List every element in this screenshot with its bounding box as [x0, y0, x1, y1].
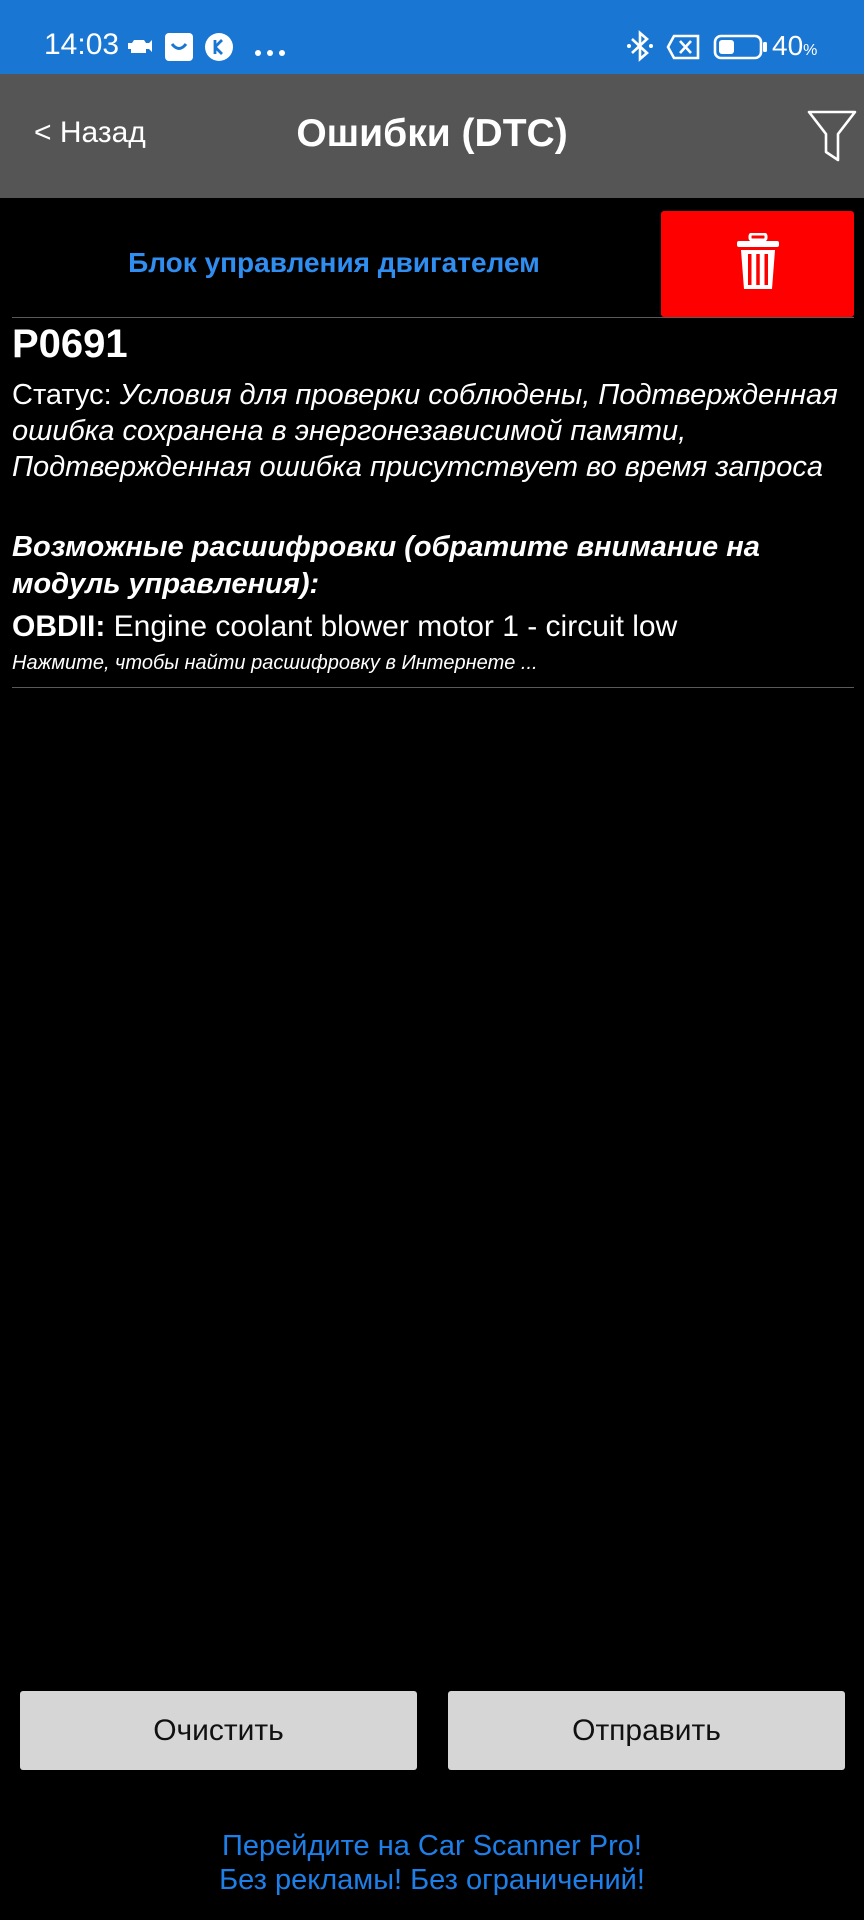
battery-icon	[713, 34, 769, 65]
obd-label: OBDII:	[12, 610, 106, 643]
status-label: Статус:	[12, 379, 120, 411]
more-dots-icon	[254, 44, 286, 62]
trash-icon	[736, 232, 780, 296]
delete-button[interactable]	[661, 211, 854, 317]
message-app-icon	[165, 33, 193, 66]
k-app-icon	[205, 33, 233, 66]
car-icon	[125, 35, 155, 62]
filter-icon[interactable]	[806, 108, 858, 164]
sim-off-icon	[666, 34, 700, 65]
search-online-link[interactable]: Нажмите, чтобы найти расшифровку в Интер…	[12, 651, 538, 675]
upgrade-promo-link[interactable]: Перейдите на Car Scanner Pro! Без реклам…	[0, 1829, 864, 1897]
status-time: 14:03	[44, 28, 120, 61]
send-button[interactable]: Отправить	[448, 1691, 845, 1770]
obd-decode: OBDII: Engine coolant blower motor 1 - c…	[12, 608, 852, 646]
app-toolbar: < Назад Ошибки (DTC)	[0, 74, 864, 198]
promo-line-1: Перейдите на Car Scanner Pro!	[222, 1830, 642, 1862]
divider	[12, 687, 854, 688]
dtc-status: Статус: Условия для проверки соблюдены, …	[12, 377, 852, 485]
clear-button[interactable]: Очистить	[20, 1691, 417, 1770]
decode-title: Возможные расшифровки (обратите внимание…	[12, 531, 760, 600]
status-bar: 14:03 40%	[0, 0, 864, 74]
bluetooth-icon	[627, 30, 653, 67]
back-button[interactable]: < Назад	[34, 118, 146, 148]
module-name[interactable]: Блок управления двигателем	[12, 247, 656, 279]
battery-percent: 40%	[772, 30, 818, 61]
promo-line-2: Без рекламы! Без ограничений!	[219, 1864, 645, 1896]
dtc-code: P0691	[12, 322, 128, 366]
status-value: Условия для проверки соблюдены, Подтверж…	[12, 379, 838, 483]
divider	[12, 317, 854, 318]
obd-text: Engine coolant blower motor 1 - circuit …	[105, 610, 678, 643]
